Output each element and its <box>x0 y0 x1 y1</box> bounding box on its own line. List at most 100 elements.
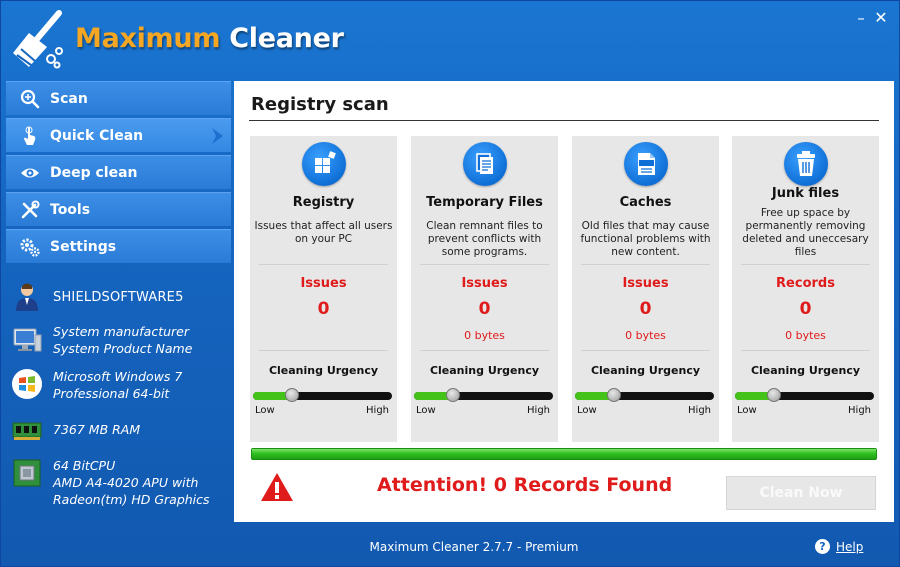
card-title: Junk files <box>771 186 840 201</box>
cpu-row: 64 BitCPU AMD A4-4020 APU with Radeon(tm… <box>11 457 210 508</box>
manufacturer-name: System manufacturer <box>53 324 189 339</box>
app-window: Maximum Cleaner – ✕ Scan Quick Clean Dee… <box>0 0 900 567</box>
app-title-part2: Cleaner <box>229 23 344 54</box>
sidebar-item-scan[interactable]: Scan <box>6 81 231 115</box>
slider-low-label: Low <box>577 405 597 416</box>
card-junk-files: Junk files Free up space by permanently … <box>732 136 879 442</box>
user-row: SHIELDSOFTWARE5 <box>11 281 184 313</box>
windows-logo-icon <box>12 369 42 399</box>
card-description-line: on your PC <box>294 233 353 245</box>
cpu-chip-icon <box>13 459 41 487</box>
urgency-slider-thumb[interactable] <box>767 388 781 402</box>
card-divider <box>259 264 388 265</box>
cpu-model: AMD A4-4020 APU with <box>53 475 199 490</box>
card-description: Clean remnant files to prevent conflicts… <box>415 220 554 259</box>
cache-file-icon <box>623 142 668 186</box>
help-link[interactable]: Help <box>836 540 863 554</box>
title-bar[interactable]: Maximum Cleaner – ✕ <box>1 1 900 79</box>
card-description-line: Free up space by <box>760 207 851 219</box>
urgency-slider-thumb[interactable] <box>446 388 460 402</box>
urgency-slider-thumb[interactable] <box>607 388 621 402</box>
card-title: Caches <box>619 195 672 210</box>
sidebar-item-label: Deep clean <box>50 164 138 181</box>
status-bar: Maximum Cleaner 2.7.7 - Premium ? Help <box>1 523 900 567</box>
scan-progress-bar <box>251 448 877 460</box>
card-count: 0 <box>478 299 491 319</box>
broom-logo-icon <box>13 10 63 69</box>
card-description: Old files that may cause functional prob… <box>576 220 715 259</box>
card-description-line: Old files that may cause <box>581 220 710 232</box>
card-description-line: functional problems with <box>580 233 711 245</box>
registry-blocks-icon <box>301 142 346 186</box>
user-name: SHIELDSOFTWARE5 <box>53 290 184 305</box>
main-panel: Registry scan Registry Issues that affec… <box>234 81 894 522</box>
manufacturer-text: System manufacturer System Product Name <box>53 323 192 357</box>
documents-icon <box>462 142 507 186</box>
card-temporary-files: Temporary Files Clean remnant files to p… <box>411 136 558 442</box>
slider-high-label: High <box>688 405 711 416</box>
card-metric-label: Issues <box>300 276 347 291</box>
card-description-line: new content. <box>611 246 680 258</box>
scan-progress-fill <box>252 449 876 459</box>
slider-high-label: High <box>366 405 389 416</box>
card-description-line: Issues that affect all users <box>254 220 393 232</box>
urgency-slider-track[interactable] <box>414 392 553 400</box>
os-edition: Professional 64-bit <box>53 386 170 401</box>
version-text: Maximum Cleaner 2.7.7 - Premium <box>369 540 579 554</box>
page-title: Registry scan <box>251 94 389 115</box>
urgency-slider-thumb[interactable] <box>285 388 299 402</box>
os-text: Microsoft Windows 7 Professional 64-bit <box>53 368 182 402</box>
card-divider <box>420 350 549 351</box>
urgency-slider-track[interactable] <box>253 392 392 400</box>
app-title-part1: Maximum <box>75 23 221 54</box>
card-urgency-label: Cleaning Urgency <box>268 364 379 377</box>
card-description-line: Clean remnant files to <box>426 220 543 232</box>
sidebar-item-settings[interactable]: Settings <box>6 229 231 263</box>
card-divider <box>741 350 870 351</box>
card-divider <box>581 264 710 265</box>
sidebar-item-quick-clean[interactable]: Quick Clean <box>6 118 231 152</box>
help-icon[interactable]: ? <box>815 539 830 554</box>
sidebar-item-label: Quick Clean <box>50 127 144 144</box>
title-divider <box>249 120 879 121</box>
sidebar-item-label: Scan <box>50 90 88 107</box>
slider-high-label: High <box>848 405 871 416</box>
card-title: Temporary Files <box>426 195 543 210</box>
card-urgency-label: Cleaning Urgency <box>429 364 540 377</box>
close-button[interactable]: ✕ <box>873 9 889 27</box>
ram-row: 7367 MB RAM <box>11 415 140 447</box>
card-metric-label: Issues <box>461 276 508 291</box>
card-description-line: deleted and uneccesary <box>742 233 869 245</box>
card-divider <box>581 350 710 351</box>
sidebar-item-label: Tools <box>50 201 91 218</box>
card-description-line: permanently removing <box>745 220 866 232</box>
card-size: 0 bytes <box>464 329 505 342</box>
urgency-slider-track[interactable] <box>735 392 874 400</box>
card-urgency-label: Cleaning Urgency <box>590 364 701 377</box>
sidebar-item-tools[interactable]: Tools <box>6 192 231 226</box>
cpu-text: 64 BitCPU AMD A4-4020 APU with Radeon(tm… <box>53 457 210 508</box>
urgency-slider-track[interactable] <box>575 392 714 400</box>
slider-low-label: Low <box>255 405 275 416</box>
minimize-button[interactable]: – <box>853 9 869 27</box>
card-description-line: files <box>794 246 817 258</box>
card-description-line: some programs. <box>441 246 528 258</box>
eye-icon <box>21 168 39 178</box>
card-caches: Caches Old files that may cause function… <box>572 136 719 442</box>
card-title: Registry <box>292 195 355 210</box>
os-row: Microsoft Windows 7 Professional 64-bit <box>11 368 182 402</box>
card-divider <box>420 264 549 265</box>
trash-bin-icon <box>783 142 828 186</box>
touch-hand-icon <box>24 126 36 145</box>
chevron-right-icon <box>212 128 223 144</box>
card-registry: Registry Issues that affect all users on… <box>250 136 397 442</box>
sidebar-item-deep-clean[interactable]: Deep clean <box>6 155 231 189</box>
card-count: 0 <box>639 299 652 319</box>
card-description: Free up space by permanently removing de… <box>736 207 875 259</box>
card-metric-label: Issues <box>622 276 669 291</box>
gears-icon <box>20 238 40 257</box>
clean-now-button[interactable]: Clean Now <box>726 476 876 510</box>
warning-icon <box>261 473 293 501</box>
card-count: 0 <box>799 299 812 319</box>
card-size: 0 bytes <box>785 329 826 342</box>
